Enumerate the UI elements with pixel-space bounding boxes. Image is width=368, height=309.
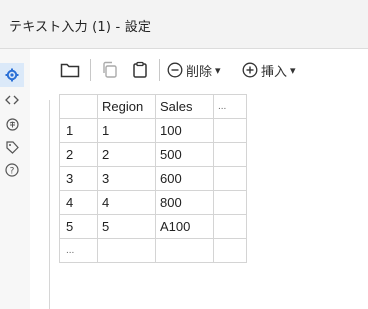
help-icon[interactable]: ? xyxy=(0,158,24,182)
toolbar-separator xyxy=(90,59,91,81)
table-row: 4 4 800 xyxy=(59,190,247,215)
copy-icon xyxy=(103,61,117,78)
table-cell[interactable]: 2 xyxy=(97,142,156,167)
table-cell[interactable] xyxy=(213,166,247,191)
dialog-title: テキスト入力 (1) - 設定 xyxy=(9,20,152,35)
table-cell[interactable] xyxy=(213,214,247,239)
column-header-region[interactable]: Region xyxy=(97,94,156,119)
add-column-cell[interactable]: ... xyxy=(213,94,247,119)
delete-label: 削除 xyxy=(186,64,213,80)
corner-cell[interactable] xyxy=(59,94,98,119)
settings-gear-icon[interactable] xyxy=(0,63,24,87)
table-cell[interactable]: 600 xyxy=(155,166,214,191)
insert-button[interactable]: 挿入 ▾ xyxy=(242,59,296,81)
table-cell[interactable] xyxy=(213,142,247,167)
annotation-icon[interactable] xyxy=(0,112,24,136)
table-cell[interactable] xyxy=(97,238,156,263)
minus-circle-icon xyxy=(167,62,183,78)
delete-button[interactable]: 削除 ▾ xyxy=(167,59,221,81)
table-cell[interactable]: 3 xyxy=(97,166,156,191)
chevron-down-icon: ▾ xyxy=(215,63,221,77)
row-number[interactable]: 5 xyxy=(59,214,98,239)
row-number[interactable]: 1 xyxy=(59,118,98,143)
row-number[interactable]: 3 xyxy=(59,166,98,191)
data-table: Region Sales ... 1 1 100 2 2 500 3 3 600… xyxy=(59,94,247,263)
toolbar-separator xyxy=(159,59,160,81)
table-cell[interactable]: A100 xyxy=(155,214,214,239)
table-row: 2 2 500 xyxy=(59,142,247,167)
row-number[interactable]: 2 xyxy=(59,142,98,167)
table-cell[interactable]: 800 xyxy=(155,190,214,215)
table-cell[interactable]: 500 xyxy=(155,142,214,167)
table-row: 5 5 A100 xyxy=(59,214,247,239)
table-row: 1 1 100 xyxy=(59,118,247,143)
table-row: 3 3 600 xyxy=(59,166,247,191)
paste-button[interactable] xyxy=(131,59,149,81)
header-row: Region Sales ... xyxy=(59,94,247,119)
panel-divider xyxy=(49,100,50,309)
grid-toolbar: 削除 ▾ 挿入 ▾ xyxy=(50,50,368,88)
copy-button[interactable] xyxy=(101,59,119,81)
code-brackets-icon[interactable] xyxy=(0,88,24,112)
table-cell[interactable] xyxy=(155,238,214,263)
dialog-title-bar: テキスト入力 (1) - 設定 xyxy=(0,0,368,49)
table-cell[interactable]: 4 xyxy=(97,190,156,215)
chevron-down-icon: ▾ xyxy=(290,63,296,77)
table-cell[interactable] xyxy=(213,118,247,143)
column-header-sales[interactable]: Sales xyxy=(155,94,214,119)
tag-icon[interactable] xyxy=(0,135,24,159)
config-sidebar: ? xyxy=(0,49,30,309)
svg-text:?: ? xyxy=(10,167,15,177)
table-row: ... xyxy=(59,238,247,263)
table-cell[interactable]: 1 xyxy=(97,118,156,143)
open-folder-button[interactable] xyxy=(60,59,80,81)
table-cell[interactable] xyxy=(213,190,247,215)
row-number[interactable]: 4 xyxy=(59,190,98,215)
table-cell[interactable] xyxy=(213,238,247,263)
table-cell[interactable]: 5 xyxy=(97,214,156,239)
folder-icon xyxy=(60,63,80,78)
add-row-cell[interactable]: ... xyxy=(59,238,98,263)
text-input-grid: Region Sales ... 1 1 100 2 2 500 3 3 600… xyxy=(59,94,247,263)
plus-circle-icon xyxy=(242,62,258,78)
insert-label: 挿入 xyxy=(261,64,288,80)
table-cell[interactable]: 100 xyxy=(155,118,214,143)
clipboard-icon xyxy=(133,61,147,78)
